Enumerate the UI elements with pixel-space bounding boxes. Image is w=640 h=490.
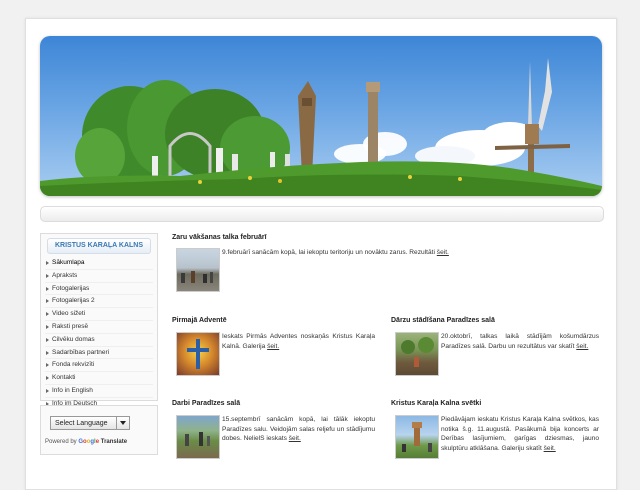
article-title[interactable]: Pirmajā Adventē	[172, 317, 382, 324]
sidebar-item-kontakti[interactable]: Kontakti	[45, 372, 153, 385]
header-banner-image	[40, 36, 602, 196]
article-title[interactable]: Darbi Paradīzes salā	[172, 400, 382, 407]
article-thumbnail[interactable]	[395, 415, 439, 459]
sidebar-title: KRISTUS KARAĻA KALNS	[47, 238, 151, 254]
article-text: 20.oktobrī, talkas laikā stādījām košumd…	[441, 333, 599, 350]
dropdown-arrow-icon	[116, 417, 129, 429]
powered-by-google: Powered by Google Translate	[45, 439, 127, 445]
article-thumbnail[interactable]	[176, 248, 220, 292]
sidebar-item-cilveku-domas[interactable]: Cilvēku domas	[45, 334, 153, 347]
article-darbi-paradizes-sala: Darbi Paradīzes salā 15.septembrī sanācā…	[172, 400, 382, 480]
article-text: Piedāvājam ieskatu Kristus Karaļa Kalna …	[441, 416, 599, 452]
article-darzu-stadisana: Dārzu stādīšana Paradīzes salā 20.oktobr…	[391, 317, 606, 382]
article-link[interactable]: šeit.	[289, 435, 301, 442]
sidebar-menu: KRISTUS KARAĻA KALNS Sākumlapa Apraksts …	[40, 233, 158, 411]
sidebar-item-apraksts[interactable]: Apraksts	[45, 270, 153, 283]
sidebar-item-fotogalerijas-2[interactable]: Fotogalerijas 2	[45, 295, 153, 309]
article-text: Ieskats Pirmās Adventes noskaņās Kristus…	[222, 333, 375, 350]
powered-by-label: Powered by	[45, 439, 77, 445]
article-link[interactable]: šeit.	[576, 343, 588, 350]
sidebar-item-raksti-prese[interactable]: Raksti presē	[45, 321, 153, 334]
google-logo: Google	[78, 439, 100, 445]
article-title[interactable]: Zaru vākšanas talka februārī	[172, 234, 602, 241]
article-title[interactable]: Dārzu stādīšana Paradīzes salā	[391, 317, 606, 324]
article-text: 9.februārī sanācām kopā, lai iekoptu ter…	[222, 249, 449, 256]
article-link[interactable]: šeit.	[437, 249, 449, 256]
article-thumbnail[interactable]	[176, 415, 220, 459]
article-title[interactable]: Kristus Karaļa Kalna svētki	[391, 400, 606, 407]
article-thumbnail[interactable]	[176, 332, 220, 376]
sidebar-item-fotogalerijas[interactable]: Fotogalerijas	[45, 283, 153, 296]
article-thumbnail[interactable]	[395, 332, 439, 376]
article-zaru-vaksana: Zaru vākšanas talka februārī 9.februārī …	[172, 234, 602, 294]
sidebar-item-sadarbibas-partneri[interactable]: Sadarbības partneri	[45, 347, 153, 360]
article-link[interactable]: šeit.	[544, 445, 556, 452]
sidebar-item-info-english[interactable]: Info in English	[45, 385, 153, 398]
top-navigation-bar	[40, 206, 604, 222]
sidebar-item-video-sizeti[interactable]: Video sižeti	[45, 308, 153, 321]
sidebar-item-fonda-rekviziti[interactable]: Fonda rekvizīti	[45, 359, 153, 373]
sidebar-nav-list: Sākumlapa Apraksts Fotogalerijas Fotogal…	[41, 257, 157, 411]
language-select-label: Select Language	[55, 420, 108, 427]
page-container: KRISTUS KARAĻA KALNS Sākumlapa Apraksts …	[25, 18, 617, 490]
language-select[interactable]: Select Language	[50, 416, 130, 430]
article-kristus-karala-kalna-svetki: Kristus Karaļa Kalna svētki Piedāvājam i…	[391, 400, 606, 488]
article-text: 15.septembrī sanācām kopā, lai tālāk iek…	[222, 416, 375, 443]
sidebar-item-sakumlapa[interactable]: Sākumlapa	[45, 257, 153, 270]
article-link[interactable]: šeit.	[267, 343, 279, 350]
translate-link[interactable]: Translate	[101, 439, 127, 445]
google-translate-widget: Select Language Powered by Google Transl…	[40, 405, 158, 455]
article-pirmaja-advente: Pirmajā Adventē Ieskats Pirmās Adventes …	[172, 317, 382, 382]
